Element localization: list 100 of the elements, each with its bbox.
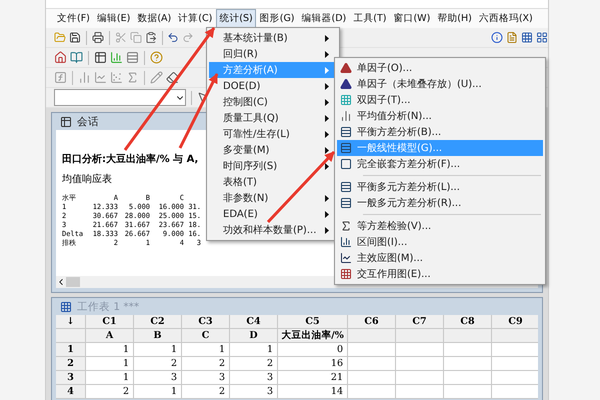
menu-item[interactable]: 单因子(O)...: [337, 60, 543, 76]
header-cell: [492, 329, 538, 343]
menu-item[interactable]: 交互作用图(E)...: [337, 266, 543, 282]
menu-item[interactable]: 编辑器(D): [298, 9, 350, 28]
book-icon[interactable]: [70, 51, 83, 64]
column-header[interactable]: C9: [492, 315, 538, 329]
eraser-icon[interactable]: [166, 71, 179, 84]
menu-item[interactable]: 质量工具(Q): [209, 110, 337, 126]
undo-icon[interactable]: [167, 31, 180, 44]
column-header[interactable]: C3: [182, 315, 230, 329]
menu-item[interactable]: 工具(T): [350, 9, 390, 28]
printer-icon[interactable]: [92, 31, 104, 44]
worksheet-icon: [60, 300, 72, 312]
paste-icon[interactable]: [144, 31, 157, 44]
column-header[interactable]: C2: [134, 315, 182, 329]
menu-item[interactable]: 一般多元方差分析(R)...: [337, 195, 543, 211]
menu-item[interactable]: 功效和样本数量(P)...: [209, 222, 337, 238]
column-name: C: [182, 329, 230, 343]
header-cell: [396, 329, 444, 343]
submenu-arrow-icon: [325, 194, 329, 202]
chart-icon[interactable]: [78, 71, 91, 84]
menu-item[interactable]: 基本统计量(B): [209, 30, 337, 46]
menu-item-icon: [340, 126, 352, 138]
column-header[interactable]: C6: [348, 315, 396, 329]
menu-item[interactable]: 平均值分析(N)...: [337, 108, 543, 124]
menu-item[interactable]: 文件(F): [54, 9, 93, 28]
submenu-arrow-icon: [325, 130, 329, 138]
column-header[interactable]: C7: [396, 315, 444, 329]
menu-item[interactable]: 平衡方差分析(B)...: [337, 124, 543, 140]
row-number[interactable]: 3: [56, 371, 86, 385]
column-header[interactable]: C1: [86, 315, 134, 329]
layout-icon[interactable]: [536, 31, 548, 44]
menu-item[interactable]: 图形(G): [256, 9, 298, 28]
column-header[interactable]: C4: [230, 315, 278, 329]
row-number[interactable]: 4: [56, 385, 86, 399]
menu-item[interactable]: 六西格玛(X): [476, 9, 536, 28]
dropdown-field[interactable]: [54, 89, 186, 106]
menu-item-icon: [340, 62, 352, 74]
menu-item[interactable]: 数据(A): [134, 9, 174, 28]
submenu-arrow-icon: [325, 50, 329, 58]
submenu-arrow-icon: [325, 114, 329, 122]
menu-item[interactable]: 统计(S): [216, 9, 256, 28]
menu-item[interactable]: 等方差检验(V)...: [337, 218, 543, 234]
menu-item-icon: [340, 252, 352, 264]
output-subheading: 均值响应表: [62, 172, 112, 186]
document-icon[interactable]: [506, 31, 518, 44]
stack-icon[interactable]: [126, 51, 139, 64]
column-name: B: [134, 329, 182, 343]
scatter-icon[interactable]: [110, 71, 123, 84]
grid-icon[interactable]: [521, 31, 533, 44]
table-cell: 0: [278, 343, 348, 357]
table-icon[interactable]: [94, 51, 107, 64]
help-icon[interactable]: [150, 51, 163, 64]
table-cell: 3: [134, 371, 182, 385]
window-title: 会话: [77, 114, 99, 128]
menu-item[interactable]: 时间序列(S): [209, 158, 337, 174]
menu-item[interactable]: 帮助(H): [434, 9, 475, 28]
menu-item[interactable]: 非参数(N): [209, 190, 337, 206]
sigma-icon[interactable]: [126, 71, 139, 84]
column-header[interactable]: C5: [278, 315, 348, 329]
line-chart-icon[interactable]: [94, 71, 107, 84]
menu-item-icon: [340, 142, 352, 154]
scissors-icon[interactable]: [114, 31, 127, 44]
menu-item[interactable]: 多变量(M): [209, 142, 337, 158]
house-icon[interactable]: [54, 51, 67, 64]
scroll-thumb[interactable]: [66, 277, 80, 287]
menu-item-icon: [340, 94, 352, 106]
table-cell: 1: [230, 343, 278, 357]
header-cell: [444, 329, 492, 343]
menu-item[interactable]: 计算(C): [175, 9, 216, 28]
menu-item[interactable]: 编辑(E): [94, 9, 134, 28]
info-icon[interactable]: [491, 31, 504, 44]
menu-item[interactable]: 可靠性/生存(L): [209, 126, 337, 142]
menu-item[interactable]: 单因子（未堆叠存放）(U)...: [337, 76, 543, 92]
column-name: A: [86, 329, 134, 343]
menu-item[interactable]: 控制图(C): [209, 94, 337, 110]
menu-item[interactable]: 双因子(T)...: [337, 92, 543, 108]
row-number[interactable]: 2: [56, 357, 86, 371]
menu-item[interactable]: 平衡多元方差分析(L)...: [337, 179, 543, 195]
menu-item[interactable]: EDA(E): [209, 206, 337, 222]
submenu-arrow-icon: [325, 226, 329, 234]
session-icon: [60, 116, 72, 128]
table-cell: 1: [134, 385, 182, 399]
save-icon[interactable]: [68, 31, 81, 44]
menu-item-icon: [340, 220, 352, 232]
menu-item-icon: [340, 110, 352, 122]
menu-item[interactable]: DOE(D): [209, 78, 337, 94]
function-icon[interactable]: [54, 71, 67, 84]
menu-item[interactable]: 回归(R): [209, 46, 337, 62]
menu-item[interactable]: 区间图(I)...: [337, 234, 543, 250]
column-header[interactable]: C8: [444, 315, 492, 329]
menu-item[interactable]: 主效应图(M)...: [337, 250, 543, 266]
menu-item[interactable]: 完全嵌套方差分析(F)...: [337, 156, 543, 172]
menu-item[interactable]: 窗口(W): [390, 9, 434, 28]
menu-item[interactable]: 表格(T): [209, 174, 337, 190]
header-cell: [56, 329, 86, 343]
header-cell: [348, 329, 396, 343]
table-cell: 1: [86, 371, 134, 385]
submenu-arrow-icon: [325, 82, 329, 90]
row-number[interactable]: 1: [56, 343, 86, 357]
